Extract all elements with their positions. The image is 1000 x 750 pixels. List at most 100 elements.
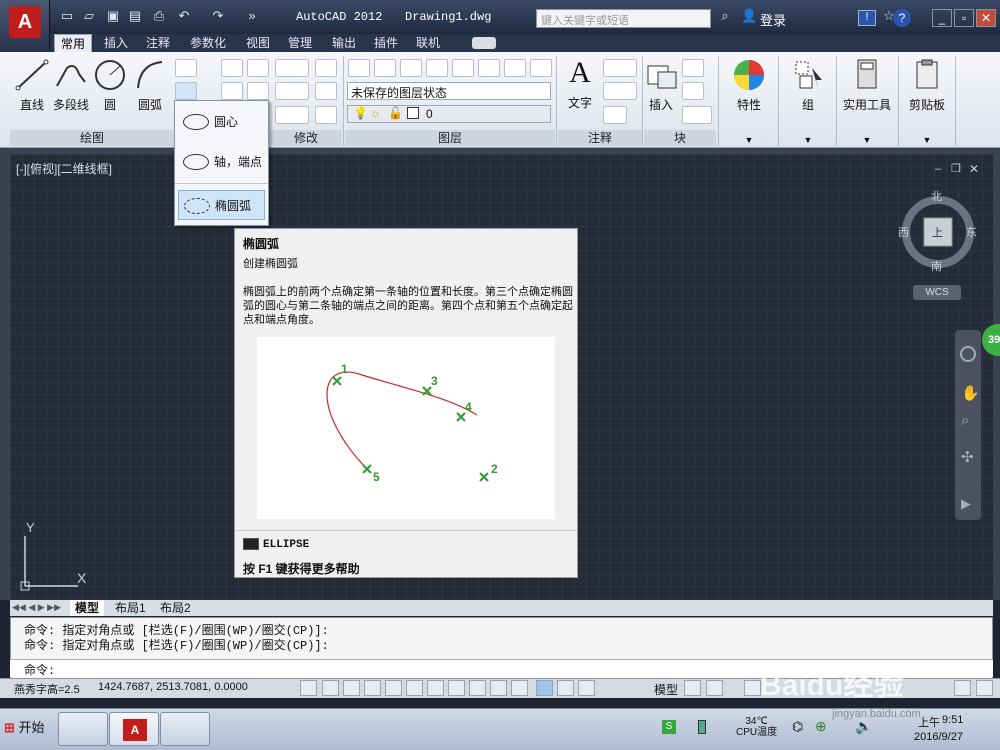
explode-icon[interactable]: [315, 82, 337, 100]
save-as-icon[interactable]: ▤: [126, 8, 144, 24]
ducs-toggle[interactable]: [469, 680, 486, 696]
menu-item-elliptical-arc[interactable]: 椭圆弧: [178, 190, 265, 220]
close-button[interactable]: ✕: [976, 9, 996, 27]
clock-date[interactable]: 2016/9/27: [914, 731, 963, 743]
taskbar-app-paint[interactable]: [160, 712, 210, 746]
3dosnap-toggle[interactable]: [427, 680, 444, 696]
search-input[interactable]: 键入关键字或短语: [536, 9, 711, 28]
modify-panel-title[interactable]: 修改: [270, 130, 342, 146]
draw-panel-title[interactable]: 绘图: [10, 130, 174, 146]
otrack-toggle[interactable]: [448, 680, 465, 696]
layer-properties-icon[interactable]: [348, 59, 370, 77]
erase-icon[interactable]: [315, 59, 337, 77]
array-icon[interactable]: [275, 106, 309, 124]
clock-time[interactable]: 9:51: [942, 714, 963, 726]
tab-layout1[interactable]: 布局1: [110, 600, 151, 616]
zoom-icon[interactable]: ⌕: [961, 412, 969, 429]
menu-item-center[interactable]: 圆心: [178, 107, 265, 137]
arc-button[interactable]: 圆弧: [130, 56, 170, 114]
clipboard-button[interactable]: 剪贴板 ▼: [902, 56, 952, 145]
tab-insert[interactable]: 插入: [98, 34, 134, 52]
create-block-icon[interactable]: [682, 59, 704, 77]
pan-icon[interactable]: ✋: [961, 384, 980, 402]
application-menu-button[interactable]: A: [0, 0, 50, 50]
network-icon[interactable]: ⌬: [792, 719, 803, 735]
save-icon[interactable]: ▣: [104, 8, 122, 24]
copy-icon[interactable]: [221, 82, 243, 100]
tray-app-icon[interactable]: S: [662, 720, 676, 734]
steering-wheel-icon[interactable]: [960, 346, 976, 362]
line-button[interactable]: 直线: [12, 56, 52, 114]
orbit-icon[interactable]: ✣: [961, 448, 974, 466]
rectangle-icon[interactable]: [175, 59, 197, 77]
more-icon[interactable]: »: [243, 8, 261, 24]
tab-online[interactable]: 联机: [410, 34, 446, 52]
tab-view[interactable]: 视图: [240, 34, 276, 52]
osnap-toggle[interactable]: [406, 680, 423, 696]
layers-panel-title[interactable]: 图层: [345, 130, 555, 146]
layout-nav-arrows[interactable]: ◀◀ ◀ ▶ ▶▶: [12, 602, 61, 613]
move-icon[interactable]: [221, 59, 243, 77]
grid-toggle[interactable]: [343, 680, 360, 696]
compass-north[interactable]: 北: [931, 188, 942, 204]
polyline-button[interactable]: 多段线: [50, 56, 92, 114]
layer-state-dropdown[interactable]: 未保存的图层状态: [347, 82, 551, 100]
block-panel-title[interactable]: 块: [644, 130, 716, 146]
viewport-restore-icon[interactable]: ❐: [951, 162, 961, 175]
snap-toggle[interactable]: [322, 680, 339, 696]
quick-view-layouts-icon[interactable]: [684, 680, 701, 696]
toolbar-lock-icon[interactable]: [954, 680, 971, 696]
annotation-scale-icon[interactable]: [744, 680, 761, 696]
redo-icon[interactable]: ↷: [209, 8, 227, 24]
tab-model[interactable]: 模型: [70, 600, 105, 616]
insert-button[interactable]: 插入: [644, 56, 678, 114]
rotate-icon[interactable]: [247, 59, 269, 77]
model-space-button[interactable]: 模型: [654, 681, 678, 698]
viewcube-top-face[interactable]: 上: [932, 224, 943, 240]
attribute-icon[interactable]: [682, 106, 712, 124]
polar-toggle[interactable]: [385, 680, 402, 696]
maximize-button[interactable]: ▫: [954, 9, 974, 27]
transparency-toggle[interactable]: [536, 680, 553, 696]
print-icon[interactable]: ⎙: [150, 8, 168, 24]
clean-screen-icon[interactable]: [976, 680, 993, 696]
table-icon[interactable]: [603, 106, 627, 124]
new-icon[interactable]: ▭: [58, 8, 76, 24]
dimension-icon[interactable]: [603, 59, 637, 77]
tab-plugins[interactable]: 插件: [368, 34, 404, 52]
annotation-panel-title[interactable]: 注释: [558, 130, 642, 146]
offset-icon[interactable]: [315, 106, 337, 124]
viewport-minimize-icon[interactable]: –: [935, 163, 941, 175]
tab-annotate[interactable]: 注释: [140, 34, 176, 52]
tab-home[interactable]: 常用: [54, 34, 93, 52]
fillet-icon[interactable]: [275, 82, 309, 100]
edit-block-icon[interactable]: [682, 82, 704, 100]
trim-icon[interactable]: [275, 59, 309, 77]
menu-item-axis-end[interactable]: 轴，端点: [178, 147, 265, 177]
minimize-button[interactable]: _: [932, 9, 952, 27]
exchange-icon[interactable]: !: [858, 10, 876, 26]
leader-icon[interactable]: [603, 82, 637, 100]
tab-parametric[interactable]: 参数化: [184, 34, 232, 52]
utilities-button[interactable]: 实用工具 ▼: [838, 56, 896, 145]
mirror-icon[interactable]: [247, 82, 269, 100]
infer-constraints-toggle[interactable]: [300, 680, 317, 696]
coordinate-readout[interactable]: 1424.7687, 2513.7081, 0.0000: [98, 681, 248, 693]
layer-icon[interactable]: [426, 59, 448, 77]
tab-layout2[interactable]: 布局2: [155, 600, 196, 616]
lineweight-toggle[interactable]: [511, 680, 528, 696]
group-button[interactable]: 组 ▼: [782, 56, 834, 145]
layer-icon[interactable]: [374, 59, 396, 77]
compass-west[interactable]: 西: [898, 224, 909, 240]
compass-east[interactable]: 东: [966, 224, 977, 240]
compass-south[interactable]: 南: [931, 258, 942, 274]
dyn-toggle[interactable]: [490, 680, 507, 696]
ortho-toggle[interactable]: [364, 680, 381, 696]
taskbar-app-autocad[interactable]: A: [109, 712, 159, 746]
viewport-controls-label[interactable]: [-][俯视][二维线框]: [16, 160, 112, 177]
layer-icon[interactable]: [400, 59, 422, 77]
start-button[interactable]: ⊞ 开始: [4, 714, 54, 742]
viewport-close-icon[interactable]: ✕: [969, 162, 979, 176]
volume-icon[interactable]: 🔈: [855, 718, 872, 735]
current-layer-dropdown[interactable]: 0: [347, 105, 551, 123]
